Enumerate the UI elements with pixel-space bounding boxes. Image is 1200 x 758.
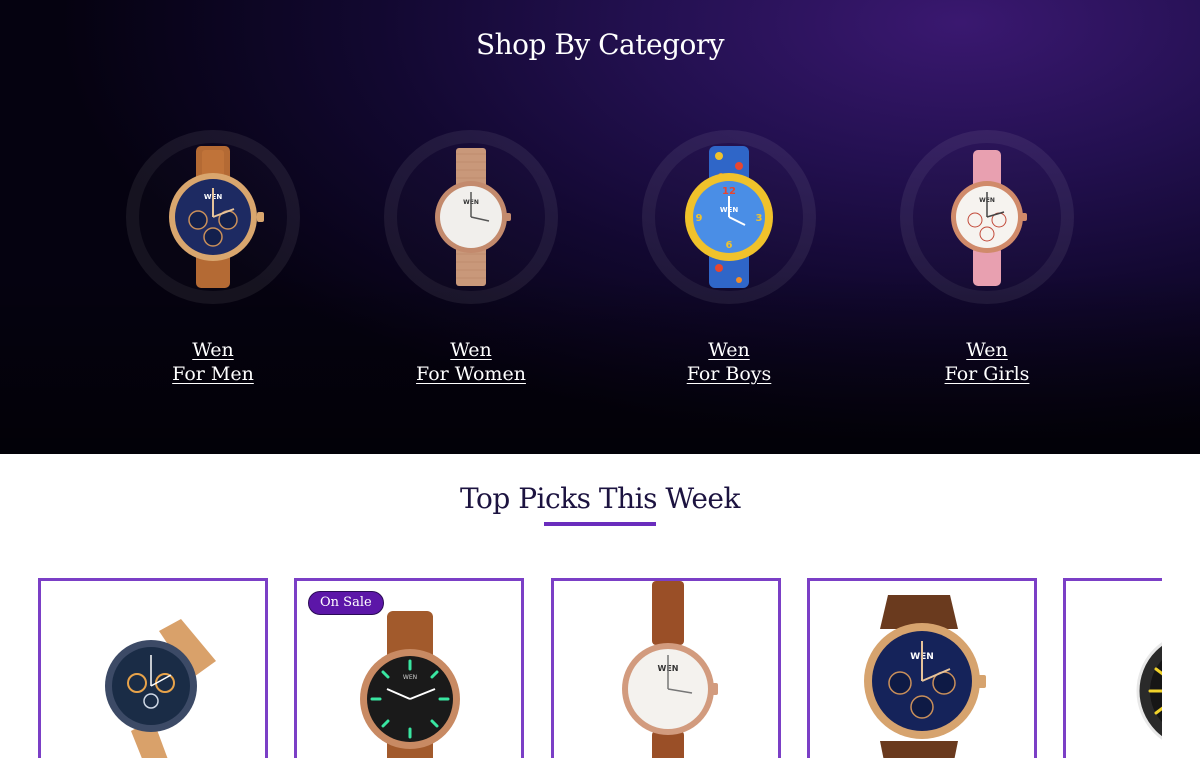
- category-girls-brand: Wen: [966, 339, 1008, 361]
- category-boys-brand: Wen: [708, 339, 750, 361]
- svg-text:12: 12: [722, 186, 736, 197]
- category-girls-label: For Girls: [944, 363, 1030, 385]
- product-card[interactable]: [1063, 578, 1162, 758]
- mens-watch-icon: WEN: [169, 146, 264, 288]
- sport-watch-icon: [1136, 642, 1162, 740]
- category-men-link[interactable]: Wen For Men: [125, 338, 301, 386]
- product-card[interactable]: [38, 578, 268, 758]
- svg-text:WEN: WEN: [403, 674, 417, 681]
- svg-text:6: 6: [726, 240, 733, 251]
- top-picks-title: Top Picks This Week: [460, 482, 740, 515]
- smartwatch-icon: [105, 619, 216, 758]
- category-boys-image[interactable]: 12 6 9 3 WEN: [642, 130, 816, 304]
- womens-watch-icon: WEN: [622, 581, 718, 758]
- category-girls-link[interactable]: Wen For Girls: [899, 338, 1075, 386]
- category-section-title: Shop By Category: [475, 28, 725, 61]
- category-women-brand: Wen: [450, 339, 492, 361]
- category-men-label: For Men: [172, 363, 254, 385]
- category-men-image[interactable]: WEN: [126, 130, 300, 304]
- shop-by-category-section: Shop By Category WEN Wen For Men: [0, 0, 1200, 454]
- category-women-image[interactable]: WEN: [384, 130, 558, 304]
- category-women-label: For Women: [416, 363, 526, 385]
- sale-badge: On Sale: [308, 591, 384, 615]
- product-carousel[interactable]: WEN On Sale WEN WEN: [38, 578, 1162, 758]
- product-card[interactable]: WEN: [551, 578, 781, 758]
- product-card[interactable]: WEN: [807, 578, 1037, 758]
- chronograph-watch-icon: WEN: [864, 595, 986, 758]
- category-boys-label: For Boys: [686, 363, 772, 385]
- kids-watch-icon: 12 6 9 3 WEN: [685, 146, 773, 288]
- product-card[interactable]: WEN On Sale: [294, 578, 524, 758]
- category-women-link[interactable]: Wen For Women: [383, 338, 559, 386]
- category-men[interactable]: WEN Wen For Men: [125, 130, 301, 386]
- category-boys[interactable]: 12 6 9 3 WEN Wen For Boys: [641, 130, 817, 386]
- category-men-brand: Wen: [192, 339, 234, 361]
- category-boys-link[interactable]: Wen For Boys: [641, 338, 817, 386]
- category-girls-image[interactable]: WEN: [900, 130, 1074, 304]
- girls-watch-icon: WEN: [951, 150, 1027, 286]
- svg-text:3: 3: [756, 213, 763, 224]
- womens-mesh-watch-icon: WEN: [435, 148, 511, 286]
- svg-text:9: 9: [696, 213, 703, 224]
- category-girls[interactable]: WEN Wen For Girls: [899, 130, 1075, 386]
- title-underline: [544, 522, 656, 526]
- category-women[interactable]: WEN Wen For Women: [383, 130, 559, 386]
